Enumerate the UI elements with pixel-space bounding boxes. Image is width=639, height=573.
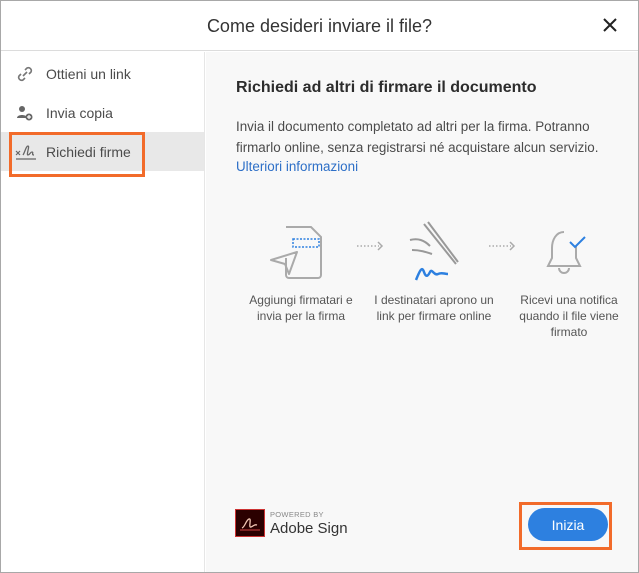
bell-check-icon	[546, 231, 586, 274]
step-notification: Ricevi una notifica quando il file viene…	[519, 293, 619, 339]
step-add-signers: Aggiungi firmatari e invia per la firma	[249, 293, 353, 323]
sidebar-item-request-signatures[interactable]: Richiedi firme	[1, 132, 204, 171]
send-file-dialog: Come desideri inviare il file? Ottieni u…	[0, 0, 639, 573]
start-button[interactable]: Inizia	[528, 508, 608, 541]
brand-name: Adobe Sign	[270, 520, 348, 537]
document-send-icon	[270, 226, 322, 279]
sidebar-item-send-copy[interactable]: Invia copia	[1, 93, 204, 132]
dotted-arrow-icon	[489, 241, 516, 251]
sidebar-item-get-link[interactable]: Ottieni un link	[1, 54, 204, 93]
step-recipients-sign: I destinatari aprono un link per firmare…	[374, 293, 494, 323]
add-user-icon	[17, 105, 33, 120]
learn-more-link[interactable]: Ulteriori informazioni	[236, 159, 358, 174]
dotted-arrow-icon	[357, 241, 384, 251]
panel-description: Invia il documento completato ad altri p…	[236, 119, 599, 155]
close-icon[interactable]	[600, 15, 620, 35]
powered-by-label: POWERED BY	[270, 510, 324, 519]
adobe-sign-logo	[235, 509, 265, 537]
dialog-title: Come desideri inviare il file?	[206, 16, 433, 36]
hand-signing-icon	[409, 221, 459, 281]
dialog-header: Come desideri inviare il file?	[1, 1, 638, 51]
panel-heading: Richiedi ad altri di firmare il document…	[236, 79, 537, 96]
main-panel: Richiedi ad altri di firmare il document…	[206, 52, 638, 572]
signature-icon	[15, 144, 36, 160]
link-icon	[17, 66, 33, 81]
sidebar: Ottieni un link Invia copia Richiedi fir…	[1, 52, 205, 572]
